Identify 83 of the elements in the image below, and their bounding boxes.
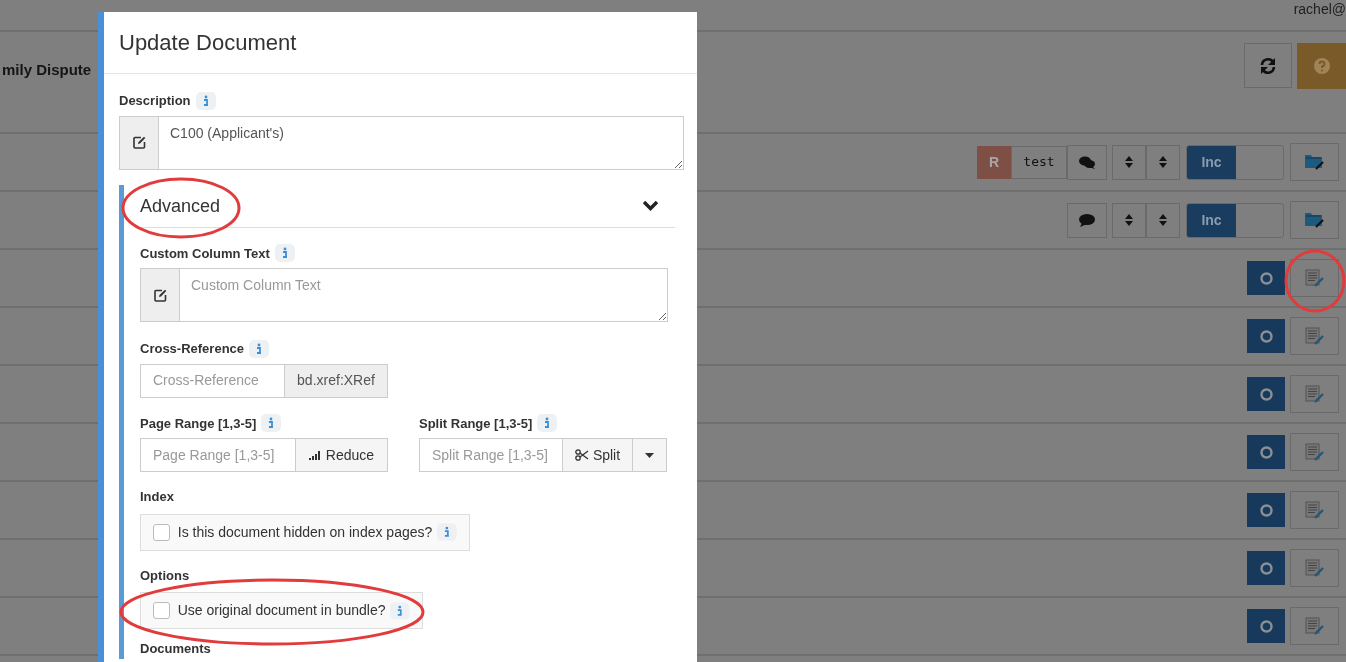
comment-icon: [1079, 213, 1095, 227]
refresh-button[interactable]: [1244, 43, 1292, 88]
circle-button[interactable]: [1247, 609, 1285, 643]
info-icon: [390, 601, 410, 620]
checkbox[interactable]: [153, 602, 170, 619]
dropdown-button[interactable]: [633, 438, 667, 472]
info-icon: [249, 339, 270, 358]
comments-icon: [1079, 155, 1095, 169]
comments-button[interactable]: [1067, 202, 1107, 238]
dialog-title: Update Document: [119, 29, 297, 57]
checkbox[interactable]: [153, 523, 170, 541]
sort-icon: [1159, 213, 1167, 227]
text-area[interactable]: C100 (Applicant's): [119, 115, 684, 170]
circle-icon: [1259, 329, 1273, 343]
field-label: Custom Column Text: [140, 244, 270, 263]
split-button[interactable]: Split: [563, 438, 633, 472]
page-heading: mily Dispute: [2, 60, 92, 80]
sort-icon: [1125, 155, 1133, 169]
annotation-ellipse: [1284, 249, 1346, 313]
info-icon: [274, 244, 295, 263]
circle-icon: [1259, 271, 1273, 285]
circle-button[interactable]: [1247, 435, 1285, 469]
role-badge: R: [977, 145, 1011, 179]
refresh-icon: [1259, 56, 1277, 75]
include-toggle[interactable]: Inc: [1186, 144, 1284, 180]
document-edit-icon: [1305, 327, 1324, 345]
input-field[interactable]: Cross-Reference: [140, 363, 285, 398]
field-label: Documents: [140, 640, 211, 658]
circle-icon: [1259, 445, 1273, 459]
scissors-icon: [574, 449, 589, 461]
circle-button[interactable]: [1247, 551, 1285, 585]
info-icon: [537, 414, 558, 433]
info-icon: [437, 523, 457, 541]
document-edit-icon: [1305, 385, 1324, 403]
sort-button[interactable]: [1146, 202, 1180, 238]
circle-button[interactable]: [1247, 493, 1285, 527]
edit-icon: [153, 288, 167, 302]
chevron-icon[interactable]: [642, 200, 659, 211]
addon-label: bd.xref:XRef: [285, 363, 388, 398]
document-edit-icon: [1305, 443, 1324, 461]
help-icon: [1313, 58, 1330, 74]
caret-icon: [645, 452, 654, 458]
field-label: Split Range [1,3-5]: [419, 414, 533, 433]
circle-icon: [1259, 387, 1273, 401]
field-label: Index: [140, 488, 174, 506]
reduce-button[interactable]: Reduce: [296, 438, 388, 472]
field-label: Page Range [1,3-5]: [140, 414, 257, 433]
checkbox-label: Is this document hidden on index pages?: [177, 522, 433, 542]
user-menu[interactable]: rachel@: [1293, 0, 1346, 20]
circle-button[interactable]: [1247, 261, 1285, 295]
signal-bars-icon: [308, 450, 322, 460]
checkbox-label: Use original document in bundle?: [177, 601, 386, 620]
tag-label: test: [1011, 145, 1067, 179]
folder-edit-button[interactable]: [1290, 143, 1339, 181]
edit-icon: [132, 136, 146, 149]
circle-icon: [1259, 503, 1273, 517]
field-label: Cross-Reference: [140, 340, 245, 358]
folder-edit-icon: [1305, 154, 1324, 170]
info-icon: [261, 414, 282, 433]
field-label: Options: [140, 566, 190, 585]
circle-button[interactable]: [1247, 377, 1285, 411]
document-edit-icon: [1305, 617, 1324, 635]
input-field[interactable]: Split Range [1,3-5]: [419, 438, 563, 472]
document-edit-icon: [1305, 269, 1324, 287]
sort-button[interactable]: [1112, 144, 1146, 180]
circle-icon: [1259, 619, 1273, 633]
circle-button[interactable]: [1247, 319, 1285, 353]
folder-edit-icon: [1305, 212, 1324, 228]
sort-icon: [1159, 155, 1167, 169]
document-edit-icon: [1305, 559, 1324, 577]
section-title[interactable]: Advanced: [140, 192, 221, 220]
field-label: Description: [119, 92, 191, 110]
info-icon: [195, 91, 216, 110]
circle-icon: [1259, 561, 1273, 575]
folder-edit-button[interactable]: [1290, 201, 1339, 239]
document-edit-icon: [1305, 501, 1324, 519]
comments-button[interactable]: [1067, 144, 1107, 180]
include-toggle[interactable]: Inc: [1186, 202, 1284, 238]
input-field[interactable]: Page Range [1,3-5]: [140, 438, 296, 472]
sort-icon: [1125, 213, 1133, 227]
sort-button[interactable]: [1112, 202, 1146, 238]
sort-button[interactable]: [1146, 144, 1180, 180]
text-area[interactable]: Custom Column Text: [140, 268, 668, 322]
